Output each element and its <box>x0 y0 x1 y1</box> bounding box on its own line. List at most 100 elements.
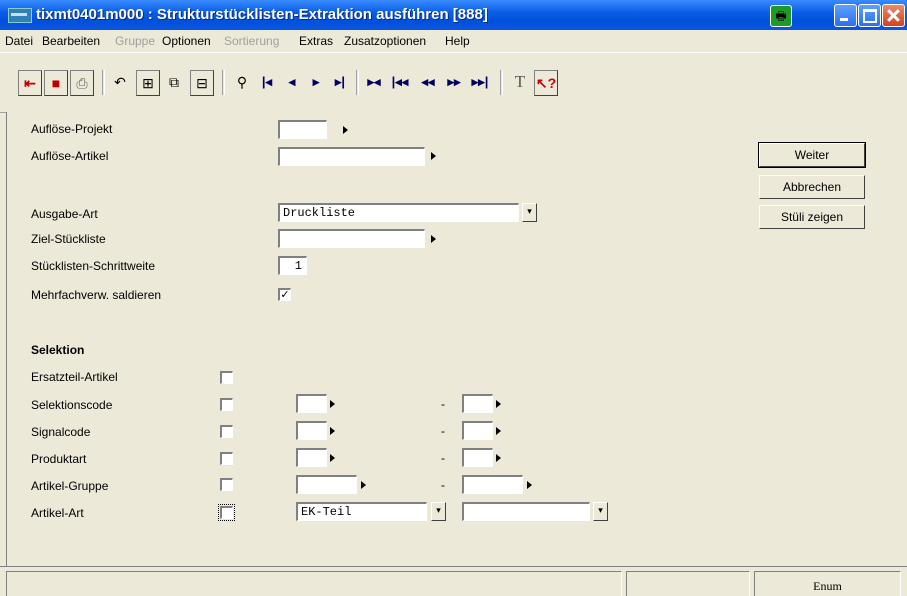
status-mode-panel: Enum <box>754 571 901 596</box>
menu-extras[interactable]: Extras <box>299 34 333 48</box>
maximize-button[interactable] <box>858 4 881 27</box>
menu-bar: Datei Bearbeiten Gruppe Optionen Sortier… <box>0 30 907 53</box>
save-icon[interactable]: ■ <box>44 70 68 96</box>
menu-zusatzoptionen[interactable]: Zusatzoptionen <box>344 34 426 48</box>
signalcode-checkbox[interactable] <box>220 425 233 438</box>
prev-group-icon[interactable]: ◂◂ <box>418 71 438 93</box>
delete-record-icon[interactable]: ⊟ <box>190 70 214 96</box>
schrittweite-label: Stücklisten-Schrittweite <box>31 259 156 273</box>
ersatzteil-checkbox[interactable] <box>220 371 233 384</box>
aufloese-projekt-label: Auflöse-Projekt <box>31 122 113 136</box>
close-button[interactable] <box>882 4 905 27</box>
title-bar: tixmt0401m000 : Strukturstücklisten-Extr… <box>0 0 907 30</box>
zoom-arrow-icon[interactable] <box>343 126 348 134</box>
produktart-label: Produktart <box>31 452 87 466</box>
menu-gruppe[interactable]: Gruppe <box>115 34 155 48</box>
chevron-down-icon[interactable]: ▾ <box>522 203 537 222</box>
toolbar-separator <box>222 70 225 95</box>
ausgabe-art-select[interactable]: Druckliste <box>278 203 519 222</box>
menu-bearbeiten[interactable]: Bearbeiten <box>42 34 100 48</box>
last-record-icon[interactable]: ▸| <box>330 71 350 93</box>
selektionscode-checkbox[interactable] <box>220 398 233 411</box>
artikel-art-to-select[interactable] <box>462 502 590 521</box>
find-icon[interactable]: ⚲ <box>232 71 252 93</box>
menu-sortierung[interactable]: Sortierung <box>224 34 279 48</box>
range-separator: - <box>441 478 445 492</box>
status-bar: Enum <box>0 566 907 596</box>
toolbar: ⇤ ■ ⎙ ↶ ⊞ ⧉ ⊟ ⚲ |◂ ◂ ▸ ▸| ▸◂ |◂◂ ◂◂ ▸▸ ▸… <box>0 54 907 113</box>
menu-optionen[interactable]: Optionen <box>162 34 211 48</box>
schrittweite-value: 1 <box>294 259 302 273</box>
zoom-arrow-icon[interactable] <box>431 235 436 243</box>
zoom-arrow-icon[interactable] <box>496 454 501 462</box>
app-icon <box>8 8 32 23</box>
toolbar-separator <box>102 70 105 95</box>
artikel-gruppe-from-field[interactable] <box>296 475 357 494</box>
artikel-art-from-value: EK-Teil <box>301 505 352 519</box>
toolbar-separator <box>500 70 503 95</box>
help-icon[interactable]: ↖? <box>534 70 558 96</box>
selektion-heading: Selektion <box>31 343 85 357</box>
last-group-icon[interactable]: ▸▸| <box>470 71 490 93</box>
zoom-arrow-icon[interactable] <box>361 481 366 489</box>
first-record-icon[interactable]: |◂ <box>257 71 277 93</box>
zoom-arrow-icon[interactable] <box>330 400 335 408</box>
zoom-arrow-icon[interactable] <box>431 152 436 160</box>
abbrechen-button[interactable]: Abbrechen <box>759 175 865 199</box>
menu-datei[interactable]: Datei <box>5 34 33 48</box>
signalcode-from-field[interactable] <box>296 421 327 440</box>
artikel-gruppe-checkbox[interactable] <box>220 478 233 491</box>
minimize-button[interactable] <box>834 4 857 27</box>
application-window: tixmt0401m000 : Strukturstücklisten-Extr… <box>0 0 907 596</box>
range-separator: - <box>441 397 445 411</box>
first-set-icon[interactable]: ▸◂ <box>364 71 384 93</box>
zoom-arrow-icon[interactable] <box>527 481 532 489</box>
aufloese-projekt-field[interactable] <box>278 120 327 139</box>
artikel-art-from-select[interactable]: EK-Teil <box>296 502 427 521</box>
stueli-zeigen-button[interactable]: Stüli zeigen <box>759 205 865 229</box>
printer-icon[interactable]: 🖶 <box>770 5 792 27</box>
selektionscode-label: Selektionscode <box>31 398 113 412</box>
menu-help[interactable]: Help <box>445 34 470 48</box>
form-area: Auflöse-Projekt Auflöse-Artikel Ausgabe-… <box>6 112 907 566</box>
artikel-gruppe-label: Artikel-Gruppe <box>31 479 109 493</box>
produktart-checkbox[interactable] <box>220 452 233 465</box>
text-icon[interactable]: T <box>510 71 530 93</box>
produktart-from-field[interactable] <box>296 448 327 467</box>
produktart-to-field[interactable] <box>462 448 493 467</box>
ziel-stueckliste-field[interactable] <box>278 229 425 248</box>
artikel-art-checkbox[interactable] <box>218 504 235 521</box>
next-group-icon[interactable]: ▸▸ <box>444 71 464 93</box>
prev-record-icon[interactable]: ◂ <box>282 71 302 93</box>
window-title: tixmt0401m000 : Strukturstücklisten-Extr… <box>36 6 488 23</box>
chevron-down-icon[interactable]: ▾ <box>593 502 608 521</box>
signalcode-label: Signalcode <box>31 425 91 439</box>
zoom-arrow-icon[interactable] <box>330 454 335 462</box>
exit-icon[interactable]: ⇤ <box>18 70 42 96</box>
chevron-down-icon[interactable]: ▾ <box>431 502 446 521</box>
print-icon[interactable]: ⎙ <box>70 70 94 96</box>
zoom-arrow-icon[interactable] <box>496 427 501 435</box>
weiter-button[interactable]: Weiter <box>758 142 866 168</box>
ausgabe-art-label: Ausgabe-Art <box>31 207 98 221</box>
mehrfach-checkbox[interactable]: ✓ <box>278 288 291 301</box>
status-message-panel <box>6 571 622 596</box>
zoom-arrow-icon[interactable] <box>330 427 335 435</box>
zoom-arrow-icon[interactable] <box>496 400 501 408</box>
range-separator: - <box>441 451 445 465</box>
next-record-icon[interactable]: ▸ <box>306 71 326 93</box>
selektionscode-from-field[interactable] <box>296 394 327 413</box>
artikel-art-label: Artikel-Art <box>31 506 84 520</box>
artikel-gruppe-to-field[interactable] <box>462 475 523 494</box>
undo-icon[interactable]: ↶ <box>110 71 130 93</box>
aufloese-artikel-label: Auflöse-Artikel <box>31 149 109 163</box>
schrittweite-field[interactable]: 1 <box>278 256 307 275</box>
copy-record-icon[interactable]: ⧉ <box>164 71 184 93</box>
selektionscode-to-field[interactable] <box>462 394 493 413</box>
signalcode-to-field[interactable] <box>462 421 493 440</box>
ziel-stueckliste-label: Ziel-Stückliste <box>31 232 106 246</box>
aufloese-artikel-field[interactable] <box>278 147 425 166</box>
toolbar-separator <box>356 70 359 95</box>
first-group-icon[interactable]: |◂◂ <box>390 71 410 93</box>
insert-record-icon[interactable]: ⊞ <box>136 70 160 96</box>
